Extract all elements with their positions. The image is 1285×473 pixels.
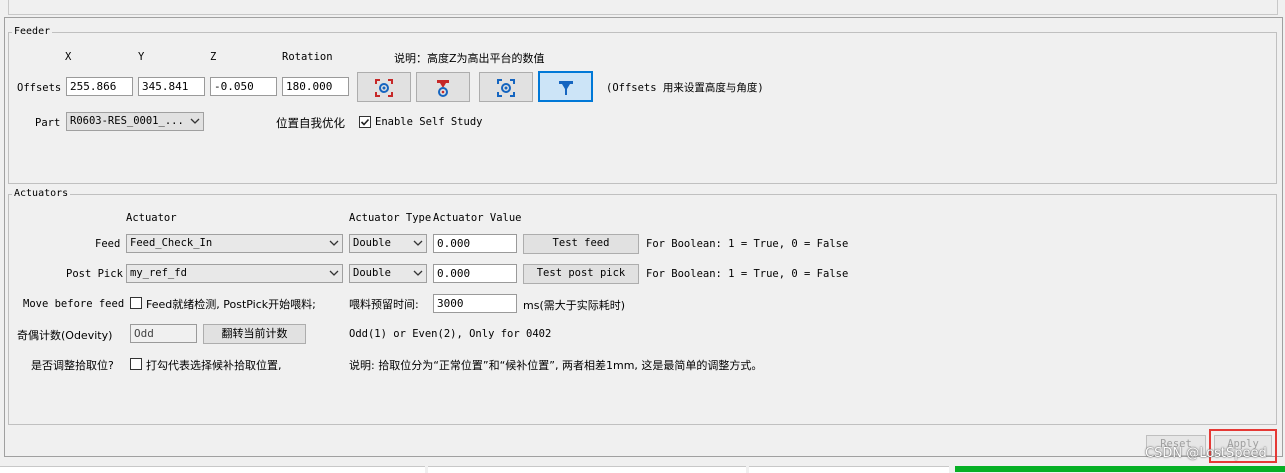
feed-label: Feed bbox=[95, 238, 121, 250]
chevron-down-icon bbox=[413, 240, 423, 246]
position-nozzle-button[interactable] bbox=[416, 72, 470, 102]
col-x-header: X bbox=[65, 51, 72, 63]
capture-camera-button[interactable] bbox=[357, 72, 411, 102]
move-before-feed-checkbox-label: Feed就绪检测, PostPick开始喂料; bbox=[146, 298, 316, 311]
capture-camera-icon bbox=[375, 79, 393, 97]
feed-type-value: Double bbox=[353, 237, 391, 249]
top-panel-edge bbox=[8, 0, 1278, 15]
part-select[interactable]: R0603-RES_0001_... bbox=[66, 112, 204, 131]
feed-actuator-select[interactable]: Feed_Check_In bbox=[126, 234, 343, 253]
feeder-legend: Feeder bbox=[12, 26, 53, 37]
actuators-legend: Actuators bbox=[12, 188, 71, 199]
watermark: CSDN @LostSpeed bbox=[1145, 446, 1267, 461]
feed-boolean-hint: For Boolean: 1 = True, 0 = False bbox=[646, 238, 849, 250]
col-actuator-header: Actuator bbox=[126, 212, 177, 224]
col-actuator-type-header: Actuator Type bbox=[349, 212, 432, 224]
adjust-pick-note: 说明: 拾取位分为“正常位置”和“候补位置”, 两者相差1mm, 这是最简单的调… bbox=[349, 359, 763, 372]
offset-z-field[interactable]: -0.050 bbox=[210, 77, 277, 96]
part-select-value: R0603-RES_0001_... bbox=[70, 115, 184, 127]
chevron-down-icon bbox=[329, 240, 339, 246]
post-pick-type-select[interactable]: Double bbox=[349, 264, 427, 283]
post-pick-label: Post Pick bbox=[66, 268, 123, 280]
self-study-checkbox[interactable] bbox=[359, 116, 371, 128]
self-study-label: Enable Self Study bbox=[375, 116, 483, 128]
post-pick-actuator-select[interactable]: my_ref_fd bbox=[126, 264, 343, 283]
feeder-group bbox=[8, 32, 1277, 184]
chevron-down-icon bbox=[329, 270, 339, 276]
adjust-pick-label: 是否调整拾取位? bbox=[31, 359, 114, 372]
test-post-pick-button[interactable]: Test post pick bbox=[523, 264, 639, 284]
position-camera-button[interactable] bbox=[479, 72, 533, 102]
move-nozzle-button[interactable] bbox=[538, 71, 593, 102]
feeder-note: 说明：高度Z为高出平台的数值 bbox=[394, 52, 545, 65]
odevity-hint: Odd(1) or Even(2), Only for 0402 bbox=[349, 328, 552, 340]
flip-count-button[interactable]: 翻转当前计数 bbox=[203, 324, 306, 344]
checkmark-icon bbox=[360, 118, 370, 126]
test-feed-button[interactable]: Test feed bbox=[523, 234, 639, 254]
position-nozzle-icon bbox=[437, 80, 449, 97]
chevron-down-icon bbox=[413, 270, 423, 276]
feed-value-field[interactable]: 0.000 bbox=[433, 234, 517, 253]
progress-bar bbox=[955, 466, 1285, 472]
offset-y-field[interactable]: 345.841 bbox=[138, 77, 205, 96]
offsets-hint: (Offsets 用来设置高度与角度) bbox=[606, 82, 764, 94]
col-z-header: Z bbox=[210, 51, 217, 63]
post-pick-boolean-hint: For Boolean: 1 = True, 0 = False bbox=[646, 268, 849, 280]
feed-type-select[interactable]: Double bbox=[349, 234, 427, 253]
move-before-feed-checkbox[interactable] bbox=[130, 297, 142, 309]
adjust-pick-checkbox[interactable] bbox=[130, 358, 142, 370]
col-y-header: Y bbox=[138, 51, 145, 63]
odevity-label: 奇偶计数(Odevity) bbox=[17, 329, 113, 342]
post-pick-actuator-value: my_ref_fd bbox=[130, 267, 187, 279]
dwell-time-unit: ms(需大于实际耗时) bbox=[523, 299, 626, 312]
offset-rotation-field[interactable]: 180.000 bbox=[282, 77, 349, 96]
post-pick-value-field[interactable]: 0.000 bbox=[433, 264, 517, 283]
offset-x-field[interactable]: 255.866 bbox=[66, 77, 133, 96]
move-nozzle-icon bbox=[558, 81, 573, 95]
move-before-feed-label: Move before feed bbox=[23, 298, 125, 310]
offsets-label: Offsets bbox=[17, 82, 62, 94]
position-camera-icon bbox=[497, 79, 515, 97]
col-actuator-value-header: Actuator Value bbox=[433, 212, 522, 224]
self-optimize-label: 位置自我优化 bbox=[276, 116, 345, 130]
dwell-time-label: 喂料预留时间: bbox=[349, 298, 419, 311]
odevity-field: Odd bbox=[130, 324, 197, 343]
post-pick-type-value: Double bbox=[353, 267, 391, 279]
part-label: Part bbox=[35, 117, 61, 129]
feed-actuator-value: Feed_Check_In bbox=[130, 237, 213, 249]
chevron-down-icon bbox=[190, 118, 200, 124]
adjust-pick-checkbox-label: 打勾代表选择候补拾取位置, bbox=[146, 359, 282, 372]
dwell-time-field[interactable]: 3000 bbox=[433, 294, 517, 313]
col-rotation-header: Rotation bbox=[282, 51, 333, 63]
